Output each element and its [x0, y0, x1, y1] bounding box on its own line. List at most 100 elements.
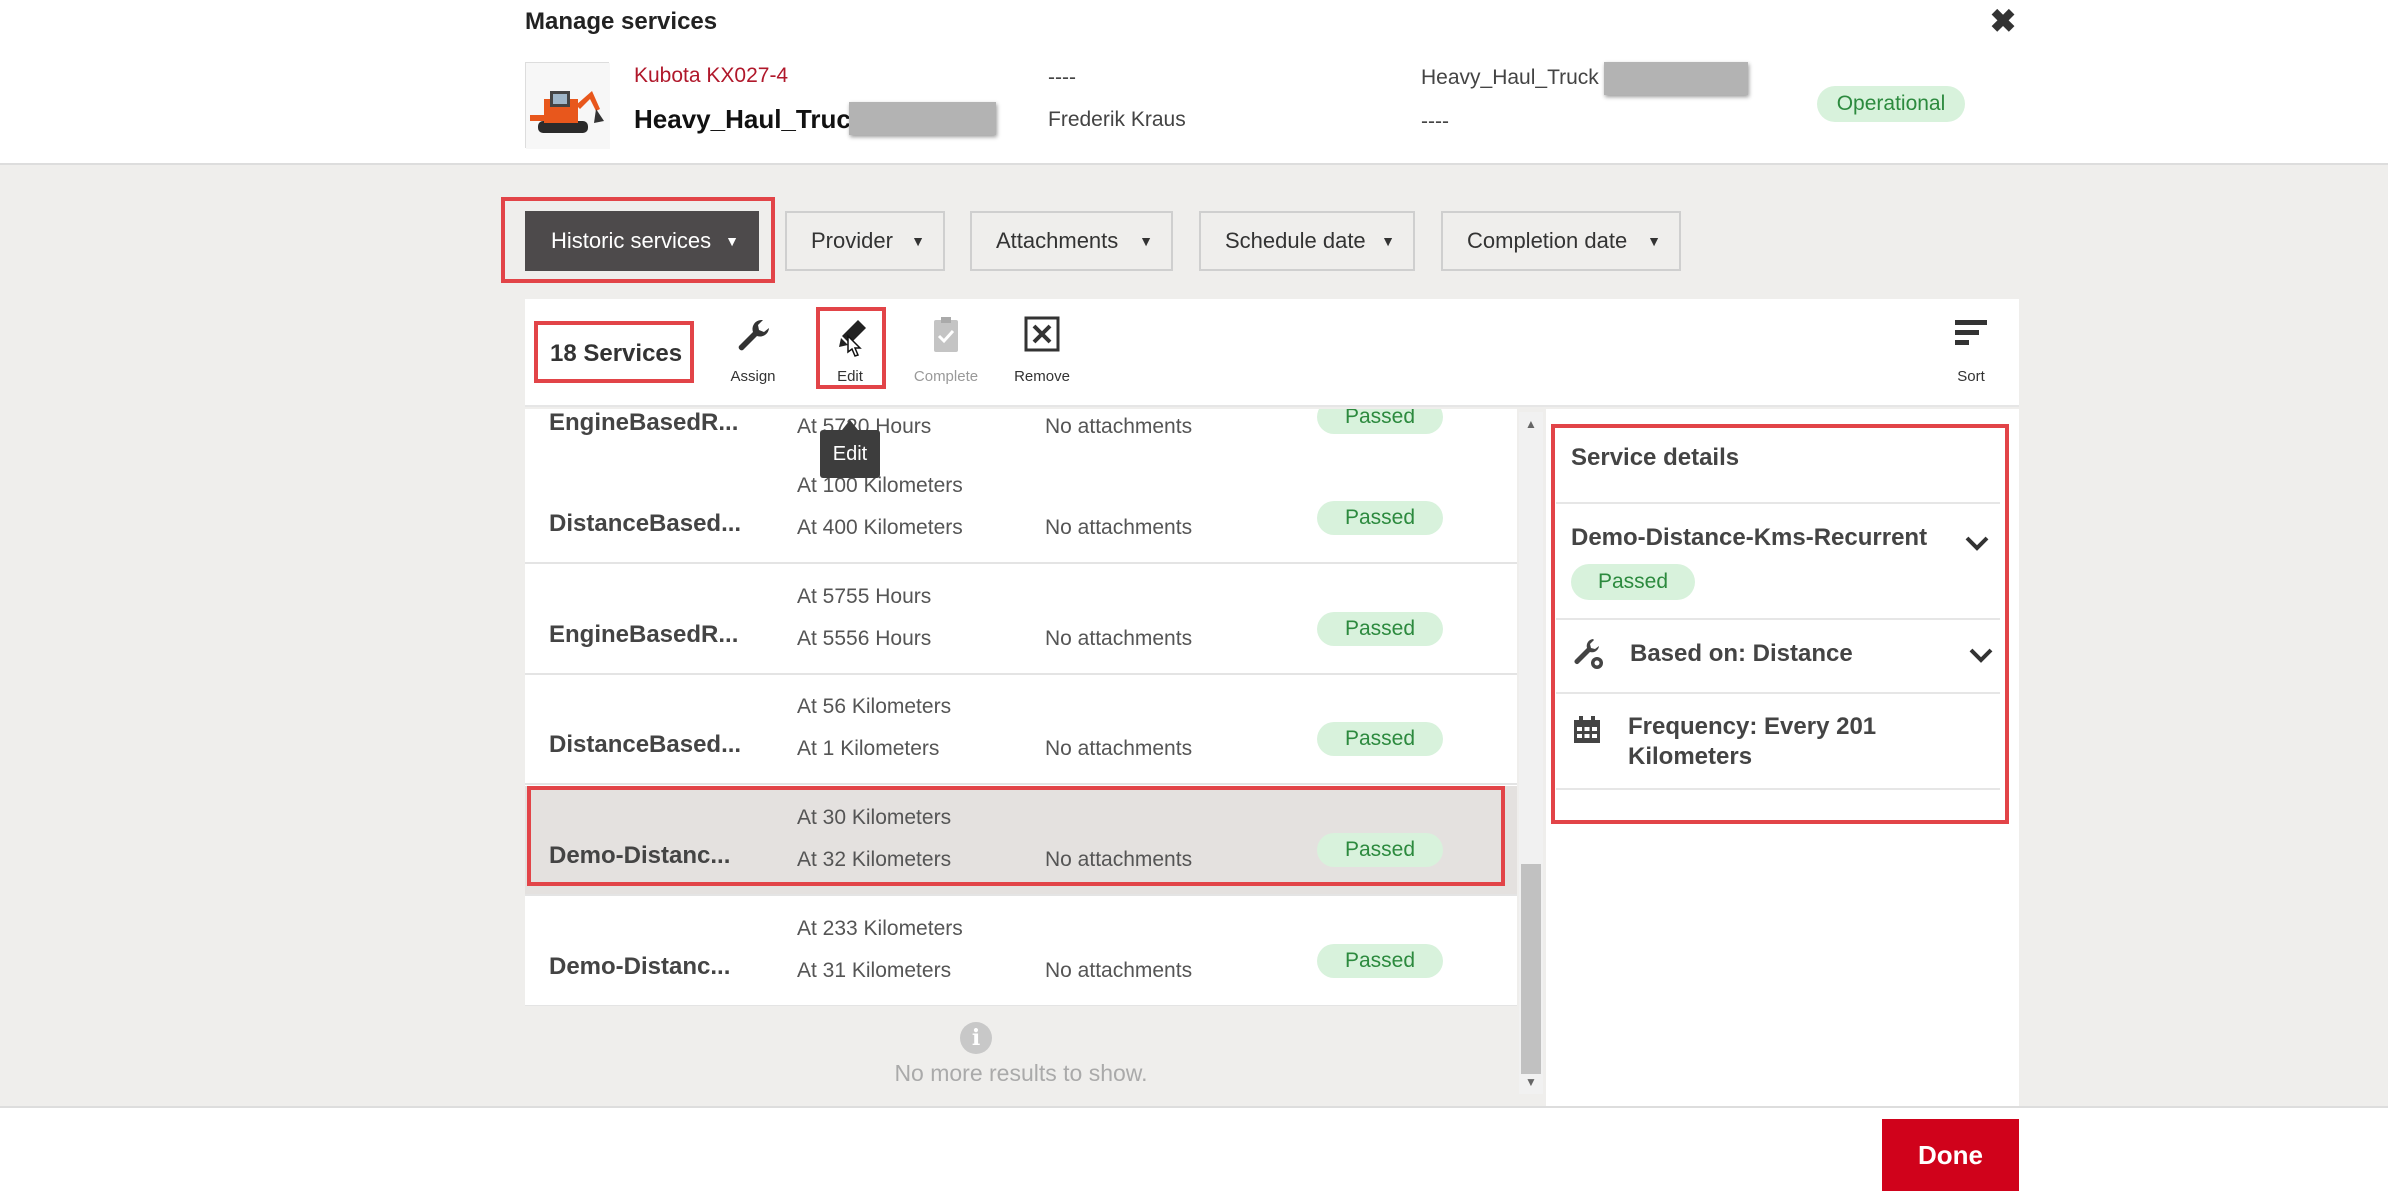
scroll-up-icon[interactable]: ▲: [1519, 412, 1543, 436]
service-name: DistanceBased...: [549, 731, 742, 758]
filter-label: Completion date: [1467, 228, 1628, 253]
edit-label: Edit: [837, 368, 863, 385]
service-name: EngineBasedR...: [549, 621, 739, 648]
chevron-down-icon[interactable]: [1966, 640, 1996, 670]
table-row-selected[interactable]: Demo-Distanc... At 30 Kilometers At 32 K…: [525, 786, 1517, 896]
service-name: DistanceBased...: [549, 510, 742, 537]
filter-label: Provider: [811, 228, 893, 253]
asset-owner: Frederik Kraus: [1048, 108, 1186, 131]
page-title: Manage services: [525, 8, 718, 35]
chevron-down-icon[interactable]: [1962, 528, 1992, 558]
caret-down-icon: ▼: [725, 233, 739, 249]
scroll-thumb[interactable]: [1521, 864, 1541, 1074]
filter-schedule-date[interactable]: Schedule date ▼: [1199, 211, 1415, 271]
status-badge: Passed: [1317, 944, 1443, 978]
assign-label: Assign: [730, 368, 776, 385]
service-attachments: No attachments: [1045, 627, 1193, 650]
info-icon: i: [960, 1022, 992, 1054]
service-name: EngineBasedR...: [549, 409, 739, 436]
status-badge: Passed: [1317, 833, 1443, 867]
details-status-badge: Passed: [1571, 564, 1695, 600]
caret-down-icon: ▼: [911, 233, 925, 249]
filter-label: Historic services: [551, 228, 712, 253]
filter-historic-services[interactable]: Historic services ▼: [525, 211, 759, 271]
divider: [1556, 618, 2000, 620]
details-service-name: Demo-Distance-Kms-Recurrent: [1571, 524, 1928, 551]
service-schedule: At 233 Kilometers: [797, 917, 963, 940]
status-badge: Passed: [1317, 722, 1443, 756]
list-scrollbar[interactable]: ▲ ▼: [1519, 412, 1543, 1094]
sort-button[interactable]: Sort: [1926, 314, 2016, 385]
remove-button[interactable]: Remove: [997, 314, 1087, 385]
complete-label: Complete: [913, 368, 979, 385]
service-schedule: At 5755 Hours: [797, 585, 932, 608]
pencil-icon: [805, 314, 895, 358]
service-attachments: No attachments: [1045, 848, 1193, 871]
wrench-icon: [708, 314, 798, 358]
details-based-on: Based on: Distance: [1630, 640, 1853, 667]
table-row[interactable]: DistanceBased... At 56 Kilometers At 1 K…: [525, 675, 1517, 785]
asset-name: Heavy_Haul_Truck: [634, 104, 866, 134]
status-badge: Operational: [1817, 86, 1965, 122]
filter-attachments[interactable]: Attachments ▼: [970, 211, 1173, 271]
close-box-icon: [997, 314, 1087, 358]
table-row[interactable]: DistanceBased... At 100 Kilometers At 40…: [525, 454, 1517, 564]
sort-label: Sort: [1957, 368, 1985, 385]
status-badge: Passed: [1317, 501, 1443, 535]
scroll-down-icon[interactable]: ▼: [1519, 1070, 1543, 1094]
asset-header: [0, 0, 2388, 165]
divider: [1556, 788, 2000, 790]
service-attachments: No attachments: [1045, 737, 1193, 760]
caret-down-icon: ▼: [1647, 233, 1661, 249]
edit-tooltip: Edit: [820, 420, 880, 478]
service-schedule: At 56 Kilometers: [797, 695, 952, 718]
dialog-footer: [0, 1106, 2388, 1192]
close-icon[interactable]: ✖: [1988, 5, 2018, 37]
calendar-icon: [1571, 714, 1603, 746]
header-field-4: ----: [1421, 110, 1449, 133]
filter-label: Attachments: [996, 228, 1119, 253]
service-completion: At 400 Kilometers: [797, 516, 963, 539]
table-row[interactable]: EngineBasedR... At 5755 Hours At 5556 Ho…: [525, 565, 1517, 675]
remove-label: Remove: [1014, 368, 1070, 385]
service-name: Demo-Distanc...: [549, 842, 731, 869]
services-list: EngineBasedR... At 5720 Hours No attachm…: [525, 409, 1517, 1006]
service-completion: At 1 Kilometers: [797, 737, 940, 760]
redacted-block: [1604, 62, 1748, 95]
header-field-3: Heavy_Haul_Truck: [1421, 66, 1599, 89]
details-title: Service details: [1571, 444, 1740, 471]
service-attachments: No attachments: [1045, 959, 1193, 982]
details-frequency: Frequency: Every 201 Kilometers: [1628, 713, 1877, 770]
service-schedule: At 30 Kilometers: [797, 806, 952, 829]
redacted-block: [849, 102, 996, 135]
filter-completion-date[interactable]: Completion date ▼: [1441, 211, 1681, 271]
service-completion: At 5556 Hours: [797, 627, 932, 650]
service-attachments: No attachments: [1045, 415, 1193, 438]
no-more-results: No more results to show.: [894, 1060, 1148, 1086]
divider: [1556, 692, 2000, 694]
assign-button[interactable]: Assign: [708, 314, 798, 385]
caret-down-icon: ▼: [1381, 233, 1395, 249]
table-row[interactable]: Demo-Distanc... At 233 Kilometers At 31 …: [525, 897, 1517, 1006]
edit-button[interactable]: Edit: [805, 314, 895, 385]
services-count: 18 Services: [550, 340, 683, 367]
clipboard-check-icon: [901, 314, 991, 358]
done-button[interactable]: Done: [1882, 1119, 2019, 1191]
service-completion: At 31 Kilometers: [797, 959, 952, 982]
status-badge: Passed: [1317, 409, 1443, 434]
header-field-1: ----: [1048, 66, 1076, 89]
service-name: Demo-Distanc...: [549, 953, 731, 980]
sort-icon: [1926, 314, 2016, 358]
filter-label: Schedule date: [1225, 228, 1366, 253]
wrench-gear-icon: [1571, 636, 1607, 672]
list-end-area: [525, 1006, 1517, 1106]
complete-button[interactable]: Complete: [901, 314, 991, 385]
service-attachments: No attachments: [1045, 516, 1193, 539]
filter-provider[interactable]: Provider ▼: [785, 211, 945, 271]
status-badge: Passed: [1317, 612, 1443, 646]
service-completion: At 32 Kilometers: [797, 848, 952, 871]
divider: [1556, 502, 2000, 504]
caret-down-icon: ▼: [1139, 233, 1153, 249]
asset-make[interactable]: Kubota KX027-4: [634, 64, 788, 88]
asset-thumbnail: [525, 62, 610, 149]
